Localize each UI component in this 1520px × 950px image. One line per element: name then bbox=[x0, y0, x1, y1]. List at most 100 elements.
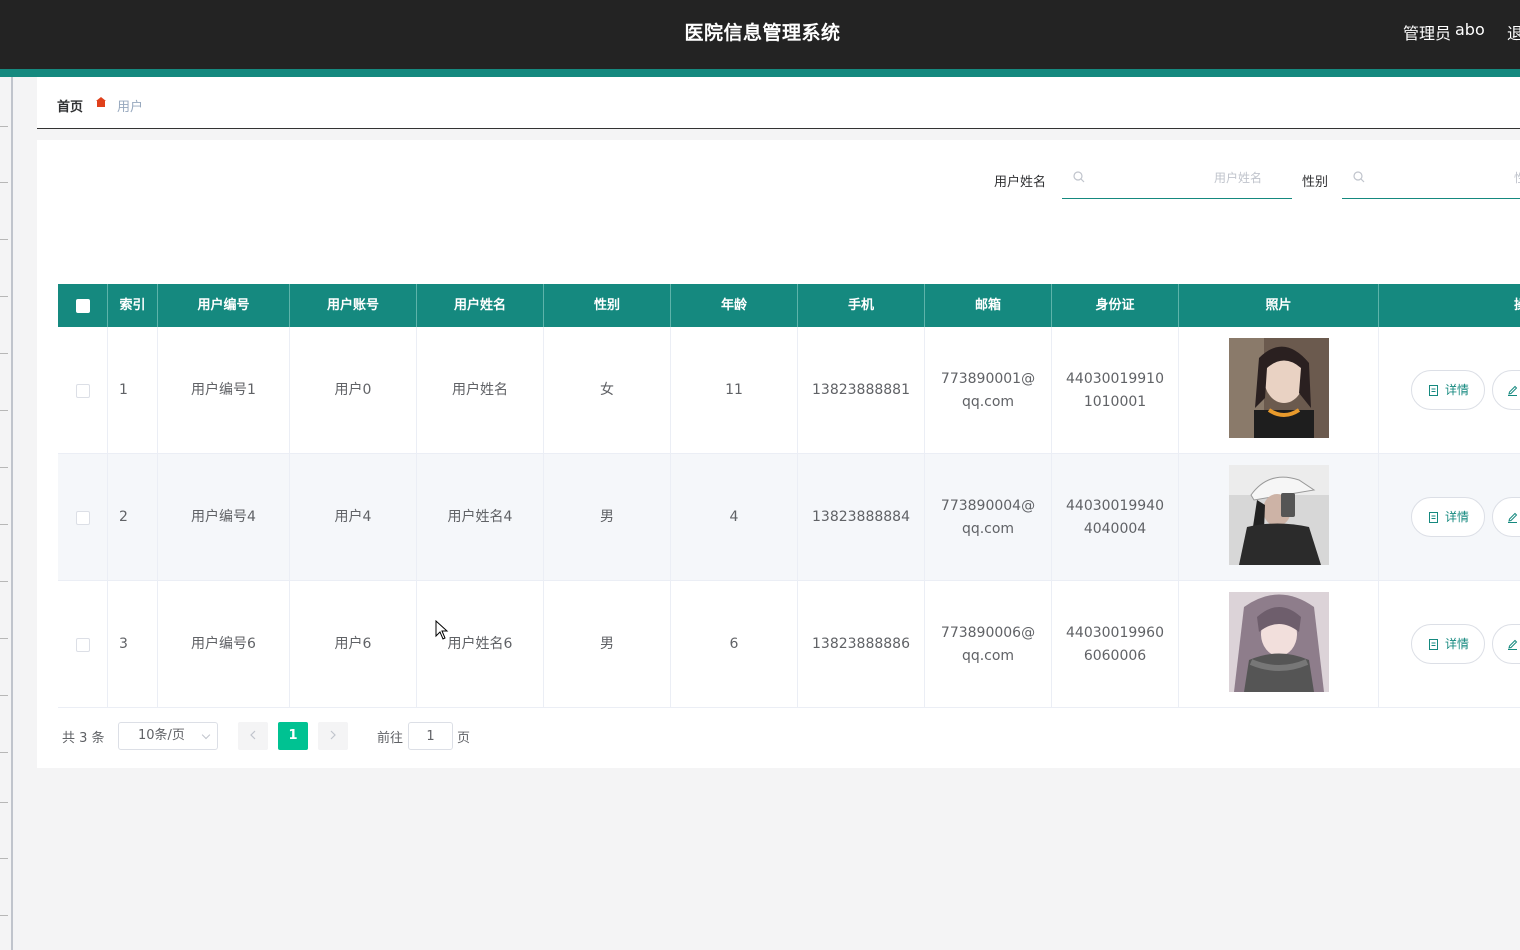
cell-phone: 13823888881 bbox=[798, 327, 925, 454]
cell-user-no-text: 用户编号1 bbox=[191, 382, 256, 398]
cell-actions: 详情 bbox=[1379, 454, 1520, 581]
cell-name: 用户姓名6 bbox=[417, 581, 544, 708]
edit-button[interactable] bbox=[1492, 624, 1520, 664]
cell-name-text: 用户姓名4 bbox=[447, 509, 513, 525]
cell-age-text: 4 bbox=[729, 509, 739, 525]
select-all-checkbox[interactable] bbox=[75, 298, 90, 313]
cell-account-text: 用户4 bbox=[334, 509, 372, 525]
col-index: 索引 bbox=[108, 284, 158, 327]
detail-button[interactable]: 详情 bbox=[1411, 497, 1485, 537]
detail-button[interactable]: 详情 bbox=[1411, 624, 1485, 664]
pagination: 共 3 条 10条/页 1 前往 页 bbox=[37, 721, 1520, 751]
sidebar-collapsed[interactable] bbox=[0, 77, 13, 950]
edit-button[interactable] bbox=[1492, 497, 1520, 537]
document-icon bbox=[1429, 638, 1438, 650]
breadcrumb-home[interactable]: 首页 bbox=[57, 96, 83, 115]
col-account: 用户账号 bbox=[290, 284, 417, 327]
edit-icon bbox=[1508, 385, 1518, 396]
edit-button[interactable] bbox=[1492, 370, 1520, 410]
cell-select[interactable] bbox=[58, 327, 108, 454]
cell-id-card: 440300199101010001 bbox=[1052, 327, 1179, 454]
photo-person-white-cap-selfie[interactable] bbox=[1228, 465, 1329, 565]
cell-id-card: 440300199404040004 bbox=[1052, 454, 1179, 581]
page-size-value: 10条/页 bbox=[138, 728, 185, 743]
document-icon bbox=[1429, 384, 1438, 396]
logout-link[interactable]: 退出 bbox=[1507, 20, 1520, 44]
cell-select[interactable] bbox=[58, 454, 108, 581]
cell-index: 2 bbox=[108, 454, 158, 581]
breadcrumb: 首页 用户 bbox=[37, 77, 1520, 129]
cell-name: 用户姓名 bbox=[417, 327, 544, 454]
col-id-card: 身份证 bbox=[1052, 284, 1179, 327]
goto-page-input[interactable] bbox=[408, 722, 453, 750]
cell-gender-text: 男 bbox=[600, 636, 614, 652]
cell-name-text: 用户姓名6 bbox=[447, 636, 513, 652]
page-size-select[interactable]: 10条/页 bbox=[118, 722, 218, 750]
select-all-cell[interactable] bbox=[58, 284, 108, 327]
cell-actions: 详情 bbox=[1379, 327, 1520, 454]
cell-actions: 详情 bbox=[1379, 581, 1520, 708]
admin-role: 管理员 bbox=[1403, 24, 1452, 43]
header-accent-stripe bbox=[0, 69, 1520, 77]
table-header: 索引 用户编号 用户账号 用户姓名 性别 年龄 手机 邮箱 身份证 照片 操作 bbox=[58, 284, 1520, 327]
cell-phone-text: 13823888881 bbox=[812, 382, 910, 398]
photo-young-woman-dark-hair[interactable] bbox=[1228, 338, 1329, 438]
row-checkbox[interactable] bbox=[75, 637, 90, 652]
cell-user-no-text: 用户编号6 bbox=[191, 636, 256, 652]
next-page-button[interactable] bbox=[318, 722, 348, 750]
mouse-cursor-icon bbox=[435, 620, 449, 640]
cell-account: 用户6 bbox=[290, 581, 417, 708]
cell-user-no: 用户编号6 bbox=[158, 581, 290, 708]
cell-user-no: 用户编号1 bbox=[158, 327, 290, 454]
edit-icon bbox=[1508, 512, 1518, 523]
prev-page-button[interactable] bbox=[238, 722, 268, 750]
chevron-left-icon bbox=[250, 730, 256, 740]
cell-id-card-text: 440300199101010001 bbox=[1066, 370, 1164, 410]
cell-account: 用户0 bbox=[290, 327, 417, 454]
user-list-panel: 用户姓名 性别 索引 用户编号 用户账号 用户姓名 性别 年龄 手机 邮箱 身份… bbox=[37, 140, 1520, 768]
cell-photo bbox=[1179, 581, 1379, 708]
cell-email-text: 773890006@qq.com bbox=[940, 624, 1036, 664]
col-photo: 照片 bbox=[1179, 284, 1379, 327]
cell-email: 773890004@qq.com bbox=[925, 454, 1052, 581]
cell-gender: 男 bbox=[544, 454, 671, 581]
chevron-right-icon bbox=[330, 730, 336, 740]
edit-icon bbox=[1508, 639, 1518, 650]
cell-email: 773890001@qq.com bbox=[925, 327, 1052, 454]
cell-photo bbox=[1179, 327, 1379, 454]
row-checkbox[interactable] bbox=[75, 510, 90, 525]
row-checkbox[interactable] bbox=[75, 383, 90, 398]
document-icon bbox=[1429, 511, 1438, 523]
chevron-down-icon bbox=[201, 730, 211, 740]
cell-index-text: 1 bbox=[119, 382, 128, 398]
top-bar: 医院信息管理系统 管理员 abo 退出 bbox=[0, 0, 1520, 69]
col-gender: 性别 bbox=[544, 284, 671, 327]
col-age: 年龄 bbox=[671, 284, 798, 327]
cell-id-card: 440300199606060006 bbox=[1052, 581, 1179, 708]
cell-email-text: 773890001@qq.com bbox=[940, 370, 1036, 410]
detail-button[interactable]: 详情 bbox=[1411, 370, 1485, 410]
cell-age-text: 11 bbox=[725, 382, 743, 398]
cell-index: 1 bbox=[108, 327, 158, 454]
cell-phone: 13823888886 bbox=[798, 581, 925, 708]
cell-name: 用户姓名4 bbox=[417, 454, 544, 581]
cell-index: 3 bbox=[108, 581, 158, 708]
cell-phone-text: 13823888884 bbox=[812, 509, 910, 525]
photo-woman-grey-scarf[interactable] bbox=[1228, 592, 1329, 692]
cell-gender-text: 女 bbox=[600, 382, 614, 398]
cell-user-no-text: 用户编号4 bbox=[191, 509, 256, 525]
cell-phone: 13823888884 bbox=[798, 454, 925, 581]
goto-page-suffix: 页 bbox=[457, 731, 471, 746]
cell-age: 4 bbox=[671, 454, 798, 581]
admin-name: abo bbox=[1455, 20, 1485, 39]
goto-label: 前往 bbox=[377, 731, 404, 746]
search-gender-box bbox=[1342, 159, 1520, 199]
cell-select[interactable] bbox=[58, 581, 108, 708]
search-name-input[interactable] bbox=[1062, 159, 1292, 197]
cell-index-text: 2 bbox=[119, 509, 128, 525]
search-gender-input[interactable] bbox=[1342, 159, 1520, 197]
page-number-current[interactable]: 1 bbox=[278, 722, 308, 750]
table-row: 1 用户编号1 用户0 用户姓名 女 11 13823888881 773890001@qq.… bbox=[58, 327, 1520, 454]
col-name: 用户姓名 bbox=[417, 284, 544, 327]
cell-age-text: 6 bbox=[729, 636, 739, 652]
